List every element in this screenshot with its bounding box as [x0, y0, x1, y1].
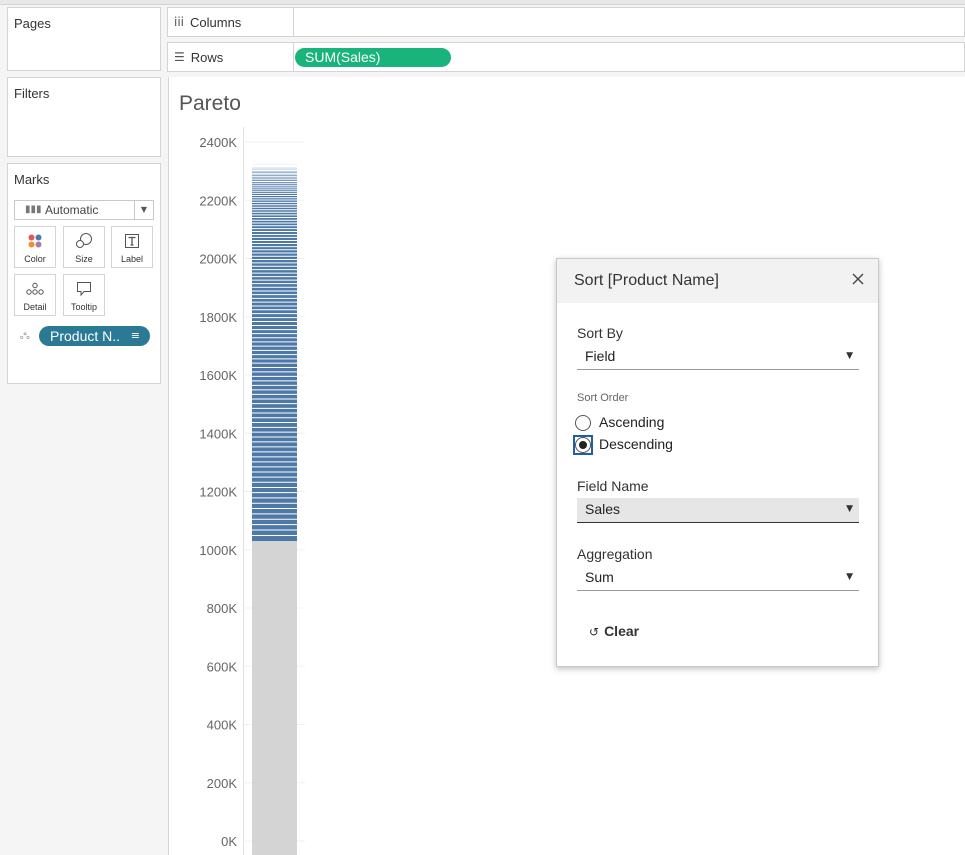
y-tick-label: 1000K [199, 543, 237, 558]
sort-by-label: Sort By [577, 325, 623, 341]
descending-label: Descending [599, 436, 673, 452]
bar-chart-icon: ▮▮▮ [25, 204, 42, 215]
aggregation-value: Sum [585, 569, 614, 585]
aggregation-label: Aggregation [577, 546, 653, 562]
aggregation-select[interactable]: Sum ▼ [577, 566, 859, 591]
columns-icon: iii [174, 15, 185, 29]
pages-title: Pages [14, 16, 51, 31]
top-toolbar-strip [0, 0, 965, 5]
detail-icon [15, 281, 55, 297]
columns-shelf[interactable]: iii Columns [167, 7, 965, 37]
ascending-label: Ascending [599, 414, 665, 430]
rows-shelf-label: ☰ Rows [168, 43, 294, 71]
clear-label: Clear [604, 623, 640, 639]
y-tick-label: 1800K [199, 310, 237, 325]
rows-shelf[interactable]: ☰ Rows SUM(Sales) [167, 42, 965, 72]
field-name-label: Field Name [577, 478, 649, 494]
bar-dimmed-segment [252, 541, 297, 855]
y-tick-label: 1600K [199, 368, 237, 383]
y-tick-label: 1400K [199, 426, 237, 441]
columns-shelf-label: iii Columns [168, 8, 294, 36]
y-tick-label: 600K [207, 659, 238, 674]
sort-order-label: Sort Order [577, 392, 629, 404]
dialog-header: Sort [Product Name] [557, 259, 878, 303]
field-name-select[interactable]: Sales ▼ [577, 498, 859, 523]
rows-icon: ☰ [174, 50, 185, 64]
marks-card: Marks ▮▮▮ Automatic ▼ Color Size Label D… [7, 163, 161, 384]
size-label: Size [75, 254, 93, 264]
color-icon [15, 233, 55, 249]
detail-label: Detail [23, 302, 47, 312]
mark-type-value: Automatic [45, 203, 99, 217]
tooltip-button[interactable]: Tooltip [63, 274, 105, 316]
product-name-pill-label: Product N.. [50, 328, 121, 344]
y-tick-label: 200K [207, 776, 238, 791]
size-button[interactable]: Size [63, 226, 105, 268]
columns-label: Columns [190, 14, 242, 30]
clear-button[interactable]: ↺ Clear [589, 623, 639, 639]
label-text-icon [112, 233, 152, 249]
bar-highlighted-segment [252, 162, 297, 542]
filters-title: Filters [14, 86, 50, 101]
chevron-down-icon: ▼ [846, 572, 853, 582]
chevron-down-icon: ▼ [846, 351, 853, 361]
y-tick-label: 2000K [199, 252, 237, 267]
sort-by-select[interactable]: Field ▼ [577, 345, 859, 370]
dialog-title: Sort [Product Name] [574, 272, 719, 289]
sort-dialog: Sort [Product Name] Sort By Field ▼ Sort… [556, 258, 879, 667]
pages-card[interactable]: Pages [7, 7, 161, 71]
mark-type-dropdown[interactable]: ▮▮▮ Automatic ▼ [14, 200, 154, 220]
sort-by-value: Field [585, 348, 616, 364]
ascending-radio[interactable] [575, 415, 591, 431]
sort-descending-icon: ≡ [130, 329, 140, 342]
chevron-down-icon[interactable]: ▼ [134, 201, 153, 219]
detail-field-icon: ₒ°ₒ [20, 332, 30, 342]
y-tick-label: 800K [207, 601, 238, 616]
filters-card[interactable]: Filters [7, 77, 161, 157]
y-tick-label: 2400K [199, 135, 237, 150]
y-tick-label: 1200K [199, 485, 237, 500]
chevron-down-icon: ▼ [846, 504, 853, 514]
tooltip-label: Tooltip [70, 302, 97, 312]
product-name-pill[interactable]: Product N.. ≡ [39, 326, 150, 346]
descending-radio[interactable] [575, 437, 591, 453]
rows-label: Rows [190, 49, 224, 65]
label-button[interactable]: Label [111, 226, 153, 268]
label-label: Label [120, 254, 144, 264]
sum-sales-pill[interactable]: SUM(Sales) [295, 48, 451, 67]
y-tick-label: 0K [221, 834, 237, 849]
y-tick-label: 400K [207, 718, 238, 733]
size-icon [64, 233, 104, 249]
color-label: Color [24, 254, 46, 264]
marks-title: Marks [14, 172, 50, 187]
detail-button[interactable]: Detail [14, 274, 56, 316]
tooltip-icon [64, 281, 104, 297]
field-name-value: Sales [585, 501, 621, 517]
close-icon[interactable] [850, 271, 866, 287]
y-tick-label: 2200K [199, 193, 237, 208]
undo-icon: ↺ [589, 625, 600, 639]
color-button[interactable]: Color [14, 226, 56, 268]
